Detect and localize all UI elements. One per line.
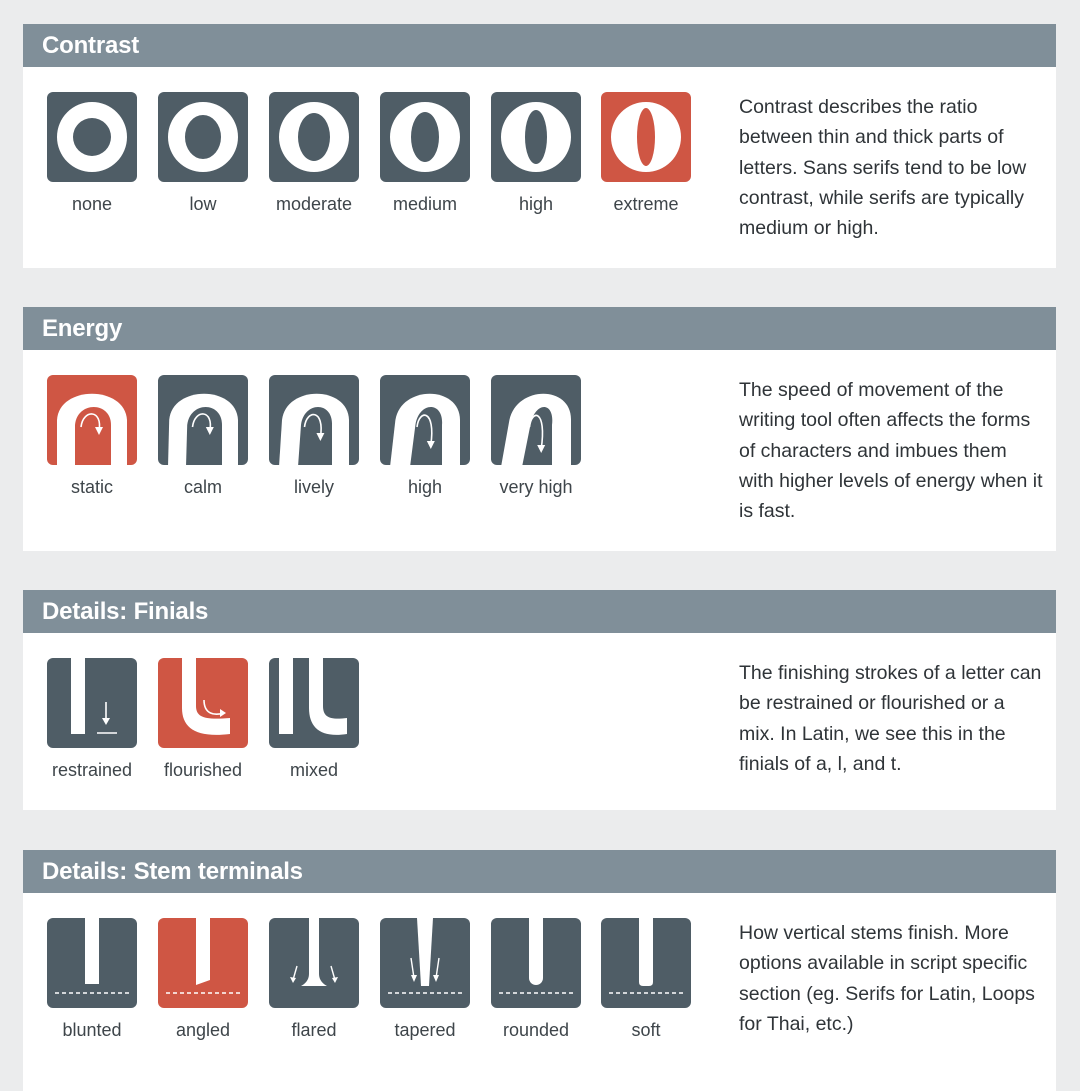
energy-very-high-icon [491,375,581,465]
item-label: none [71,194,113,214]
stem-flared-icon [269,918,359,1008]
section-title: Contrast [23,24,1056,67]
section-stem-terminals: Details: Stem terminals How vertical ste… [23,850,1056,1091]
finial-flourished-icon [158,658,248,748]
stem-rounded-icon [491,918,581,1008]
section-description: The finishing strokes of a letter can be… [739,662,1042,775]
section-description: Contrast describes the ratio between thi… [739,96,1027,240]
item-label: static [70,477,113,497]
item-label: calm [183,477,222,497]
stem-soft-icon [601,918,691,1008]
section-description: How vertical stems finish. More options … [739,922,1035,1035]
contrast-medium-icon [380,92,470,182]
contrast-low-icon [158,92,248,182]
contrast-moderate-icon [269,92,359,182]
section-title: Details: Finials [23,590,1056,633]
section-finials: Details: Finials The finishing strokes o… [23,590,1056,810]
item-label: very high [499,477,573,497]
item-label: moderate [275,194,353,214]
energy-static-icon [47,375,137,465]
contrast-none-icon [47,92,137,182]
item-label: high [407,477,443,497]
section-description: The speed of movement of the writing too… [739,379,1043,523]
energy-calm-icon [158,375,248,465]
energy-high-icon [380,375,470,465]
item-label: low [189,194,217,214]
item-label: lively [293,477,334,497]
item-label: flourished [163,760,243,780]
item-label: flared [291,1020,337,1040]
section-energy: Energy The speed of movement of the writ… [23,307,1056,551]
section-contrast: Contrast Contrast describes the ratio be… [23,24,1056,268]
item-label: blunted [62,1020,122,1040]
item-label: mixed [289,760,338,780]
item-label: medium [392,194,458,214]
section-title: Details: Stem terminals [23,850,1056,893]
item-label: extreme [613,194,679,214]
stem-angled-icon [158,918,248,1008]
item-label: angled [175,1020,231,1040]
item-label: high [518,194,554,214]
contrast-extreme-icon [601,92,691,182]
item-label: soft [631,1020,661,1040]
item-label: restrained [51,760,133,780]
stem-tapered-icon [380,918,470,1008]
item-label: tapered [394,1020,456,1040]
energy-lively-icon [269,375,359,465]
item-label: rounded [502,1020,570,1040]
contrast-high-icon [491,92,581,182]
section-title: Energy [23,307,1056,350]
stem-blunted-icon [47,918,137,1008]
finial-mixed-icon [269,658,359,748]
finial-restrained-icon [47,658,137,748]
